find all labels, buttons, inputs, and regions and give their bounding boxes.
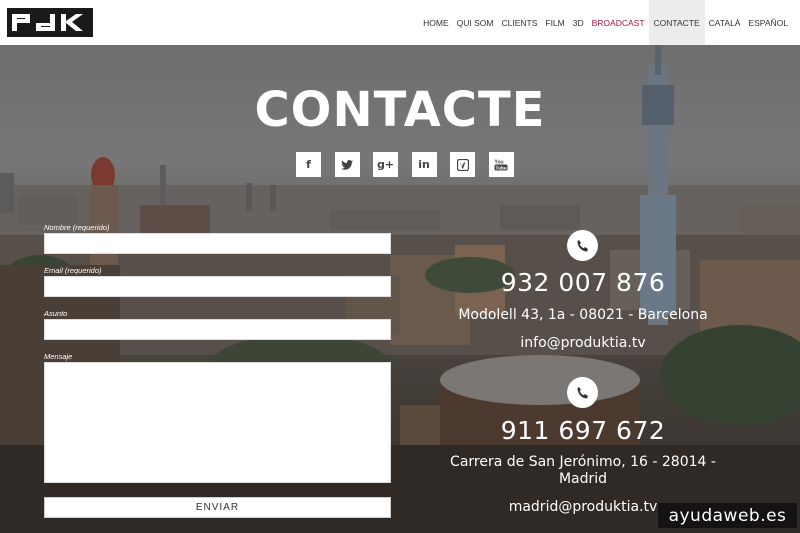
site-header: HOME QUI SOM CLIENTS FILM 3D BROADCAST C… bbox=[0, 0, 800, 45]
office-phone[interactable]: 932 007 876 bbox=[442, 268, 724, 297]
office-madrid: 911 697 672 Carrera de San Jerónimo, 16 … bbox=[442, 416, 724, 515]
name-input[interactable] bbox=[44, 233, 391, 254]
subject-label: Asunto bbox=[44, 309, 68, 318]
email-input[interactable] bbox=[44, 276, 391, 297]
nav-catala[interactable]: CATALÀ bbox=[705, 0, 745, 45]
message-textarea[interactable] bbox=[44, 362, 391, 483]
message-label: Mensaje bbox=[44, 352, 73, 361]
watermark: ayudaweb.es bbox=[658, 503, 797, 528]
office-phone[interactable]: 911 697 672 bbox=[442, 416, 724, 445]
page-title: CONTACTE bbox=[254, 82, 546, 138]
vimeo-icon[interactable] bbox=[450, 152, 475, 177]
nav-film[interactable]: FILM bbox=[541, 0, 568, 45]
office-address: Carrera de San Jerónimo, 16 - 28014 - Ma… bbox=[450, 454, 716, 487]
facebook-icon[interactable]: f bbox=[296, 152, 321, 177]
site-logo[interactable] bbox=[7, 8, 93, 37]
email-label: Email (requerido) bbox=[44, 266, 102, 275]
phone-icon bbox=[567, 377, 598, 408]
nav-qui-som[interactable]: QUI SOM bbox=[453, 0, 498, 45]
name-label: Nombre (requerido) bbox=[44, 223, 110, 232]
linkedin-icon[interactable]: in bbox=[411, 152, 437, 177]
youtube-icon[interactable]: You Tube bbox=[488, 152, 514, 177]
nav-broadcast[interactable]: BROADCAST bbox=[588, 0, 649, 45]
nav-clients[interactable]: CLIENTS bbox=[497, 0, 541, 45]
svg-text:Tube: Tube bbox=[496, 165, 507, 171]
contact-form: Nombre (requerido) Email (requerido) Asu… bbox=[44, 222, 392, 518]
twitter-icon[interactable] bbox=[334, 152, 360, 177]
social-links: f g+ in You Tube bbox=[296, 152, 514, 177]
office-address: Modolell 43, 1a - 08021 - Barcelona bbox=[458, 307, 708, 323]
nav-contacte[interactable]: CONTACTE bbox=[648, 0, 705, 45]
phone-icon bbox=[567, 230, 598, 261]
main-nav: HOME QUI SOM CLIENTS FILM 3D BROADCAST C… bbox=[419, 0, 792, 45]
office-email[interactable]: info@produktia.tv bbox=[442, 335, 724, 351]
office-barcelona: 932 007 876 Modolell 43, 1a - 08021 - Ba… bbox=[442, 268, 724, 351]
google-plus-icon[interactable]: g+ bbox=[373, 152, 398, 177]
nav-espanol[interactable]: ESPAÑOL bbox=[744, 0, 792, 45]
nav-3d[interactable]: 3D bbox=[569, 0, 588, 45]
submit-button[interactable]: ENVIAR bbox=[44, 497, 391, 518]
nav-home[interactable]: HOME bbox=[419, 0, 453, 45]
subject-input[interactable] bbox=[44, 319, 391, 340]
